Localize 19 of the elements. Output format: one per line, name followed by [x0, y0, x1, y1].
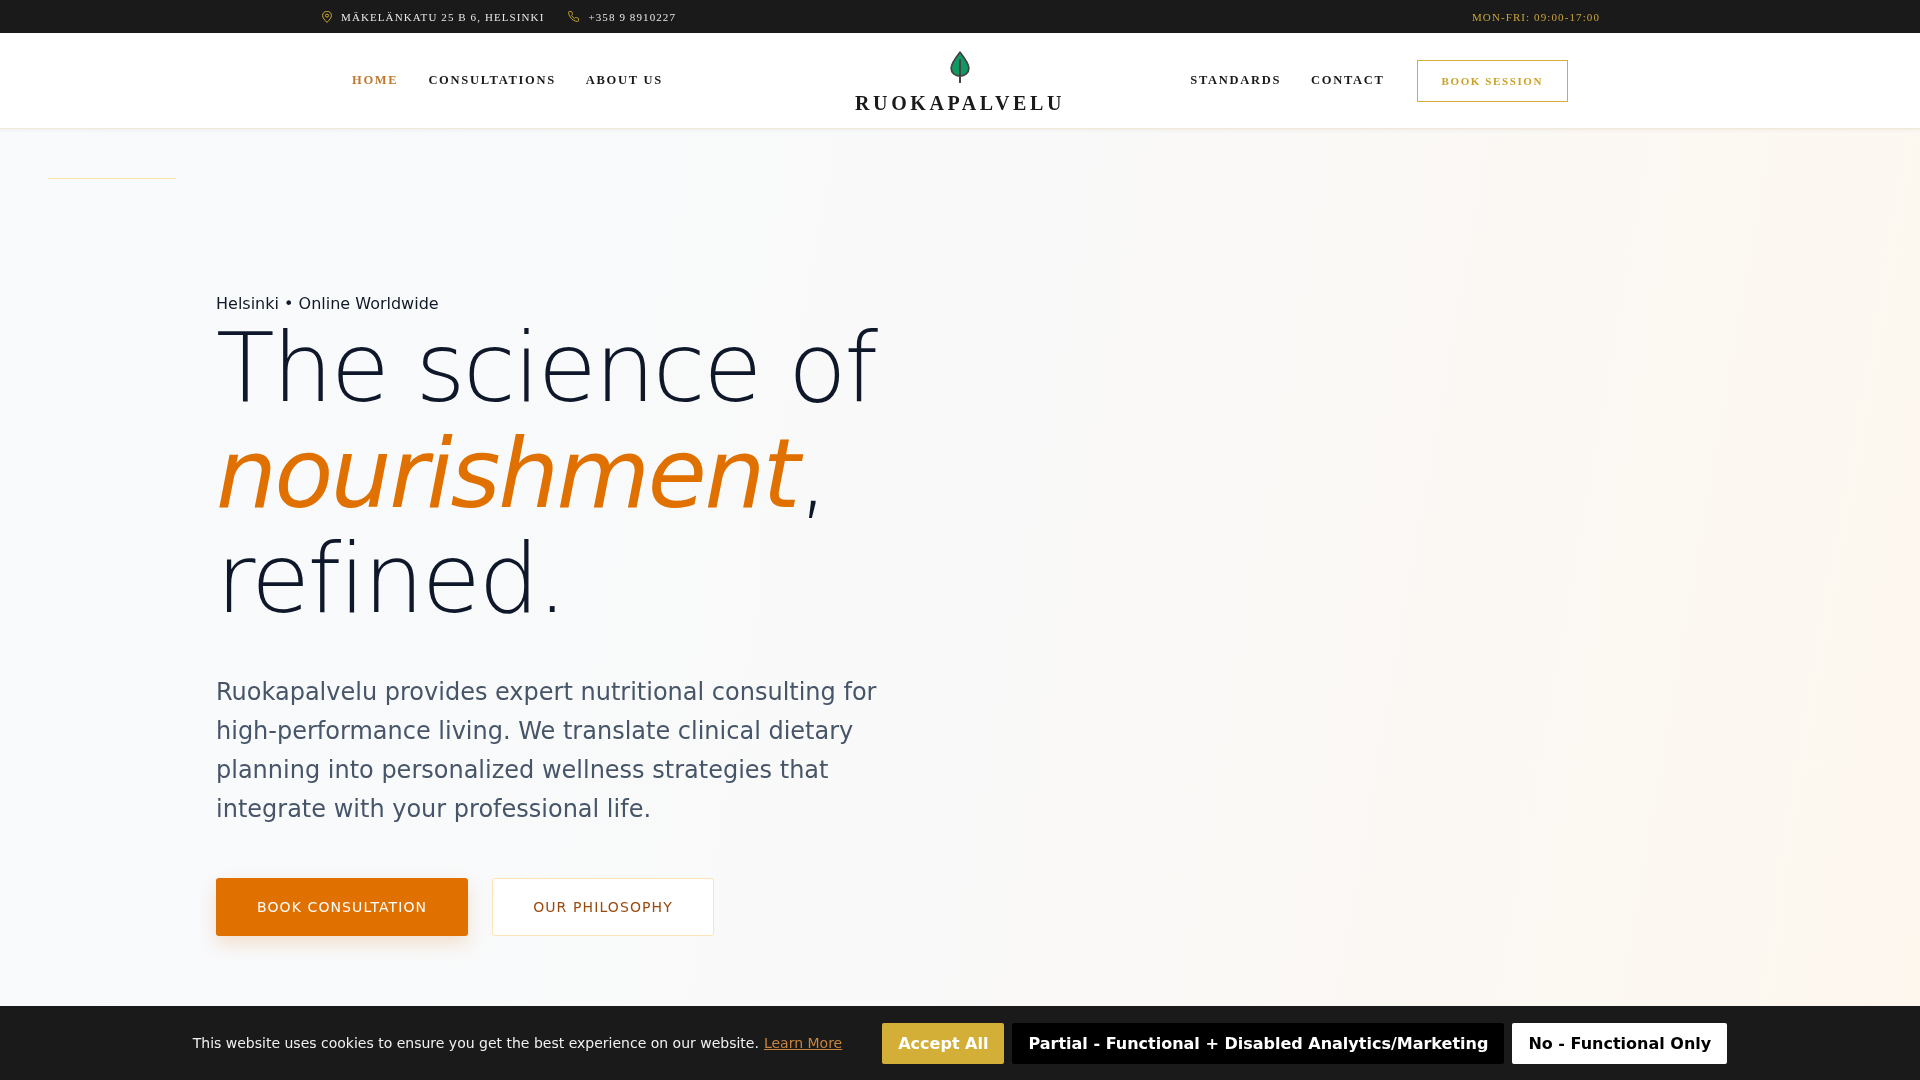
logo-link[interactable]: RUOKAPALVELU	[855, 51, 1065, 113]
hero-description: Ruokapalvelu provides expert nutritional consulting for high-performance living. We translate clinical dietary planning into personalized wellness strategies that integrate with your professional life.	[216, 676, 878, 825]
nav-link[interactable]: CONSULTATIONS	[428, 73, 556, 88]
location-pin-icon	[322, 10, 332, 23]
opening-hours: MON-FRI: 09:00-17:00	[1471, 10, 1600, 23]
nav-link[interactable]: STANDARDS	[1190, 73, 1282, 88]
phone-link[interactable]: +358 9 8910227	[588, 10, 677, 23]
cookie-message: This website uses cookies to ensure you get the best experience on our website. Learn More	[192, 1035, 843, 1051]
functional-only-button[interactable]: No - Functional Only	[1512, 1022, 1728, 1064]
philosophy-button[interactable]: OUR PHILOSOPHY	[492, 877, 714, 936]
phone-icon	[568, 11, 580, 22]
nav-link[interactable]: CONTACT	[1311, 73, 1385, 88]
hero-headline: The science of nourishment, refined.	[216, 316, 878, 633]
partial-consent-button[interactable]: Partial - Functional + Disabled Analytics/Marketing	[1012, 1022, 1505, 1064]
location-tagline: Helsinki • Online Worldwide	[216, 294, 439, 314]
learn-more-link[interactable]: Learn More	[763, 1035, 843, 1051]
address-text: MÄKELÄNKATU 25 B 6, HELSINKI	[341, 10, 545, 23]
leaf-icon	[950, 51, 970, 83]
nav-link[interactable]: ABOUT US	[585, 73, 663, 88]
